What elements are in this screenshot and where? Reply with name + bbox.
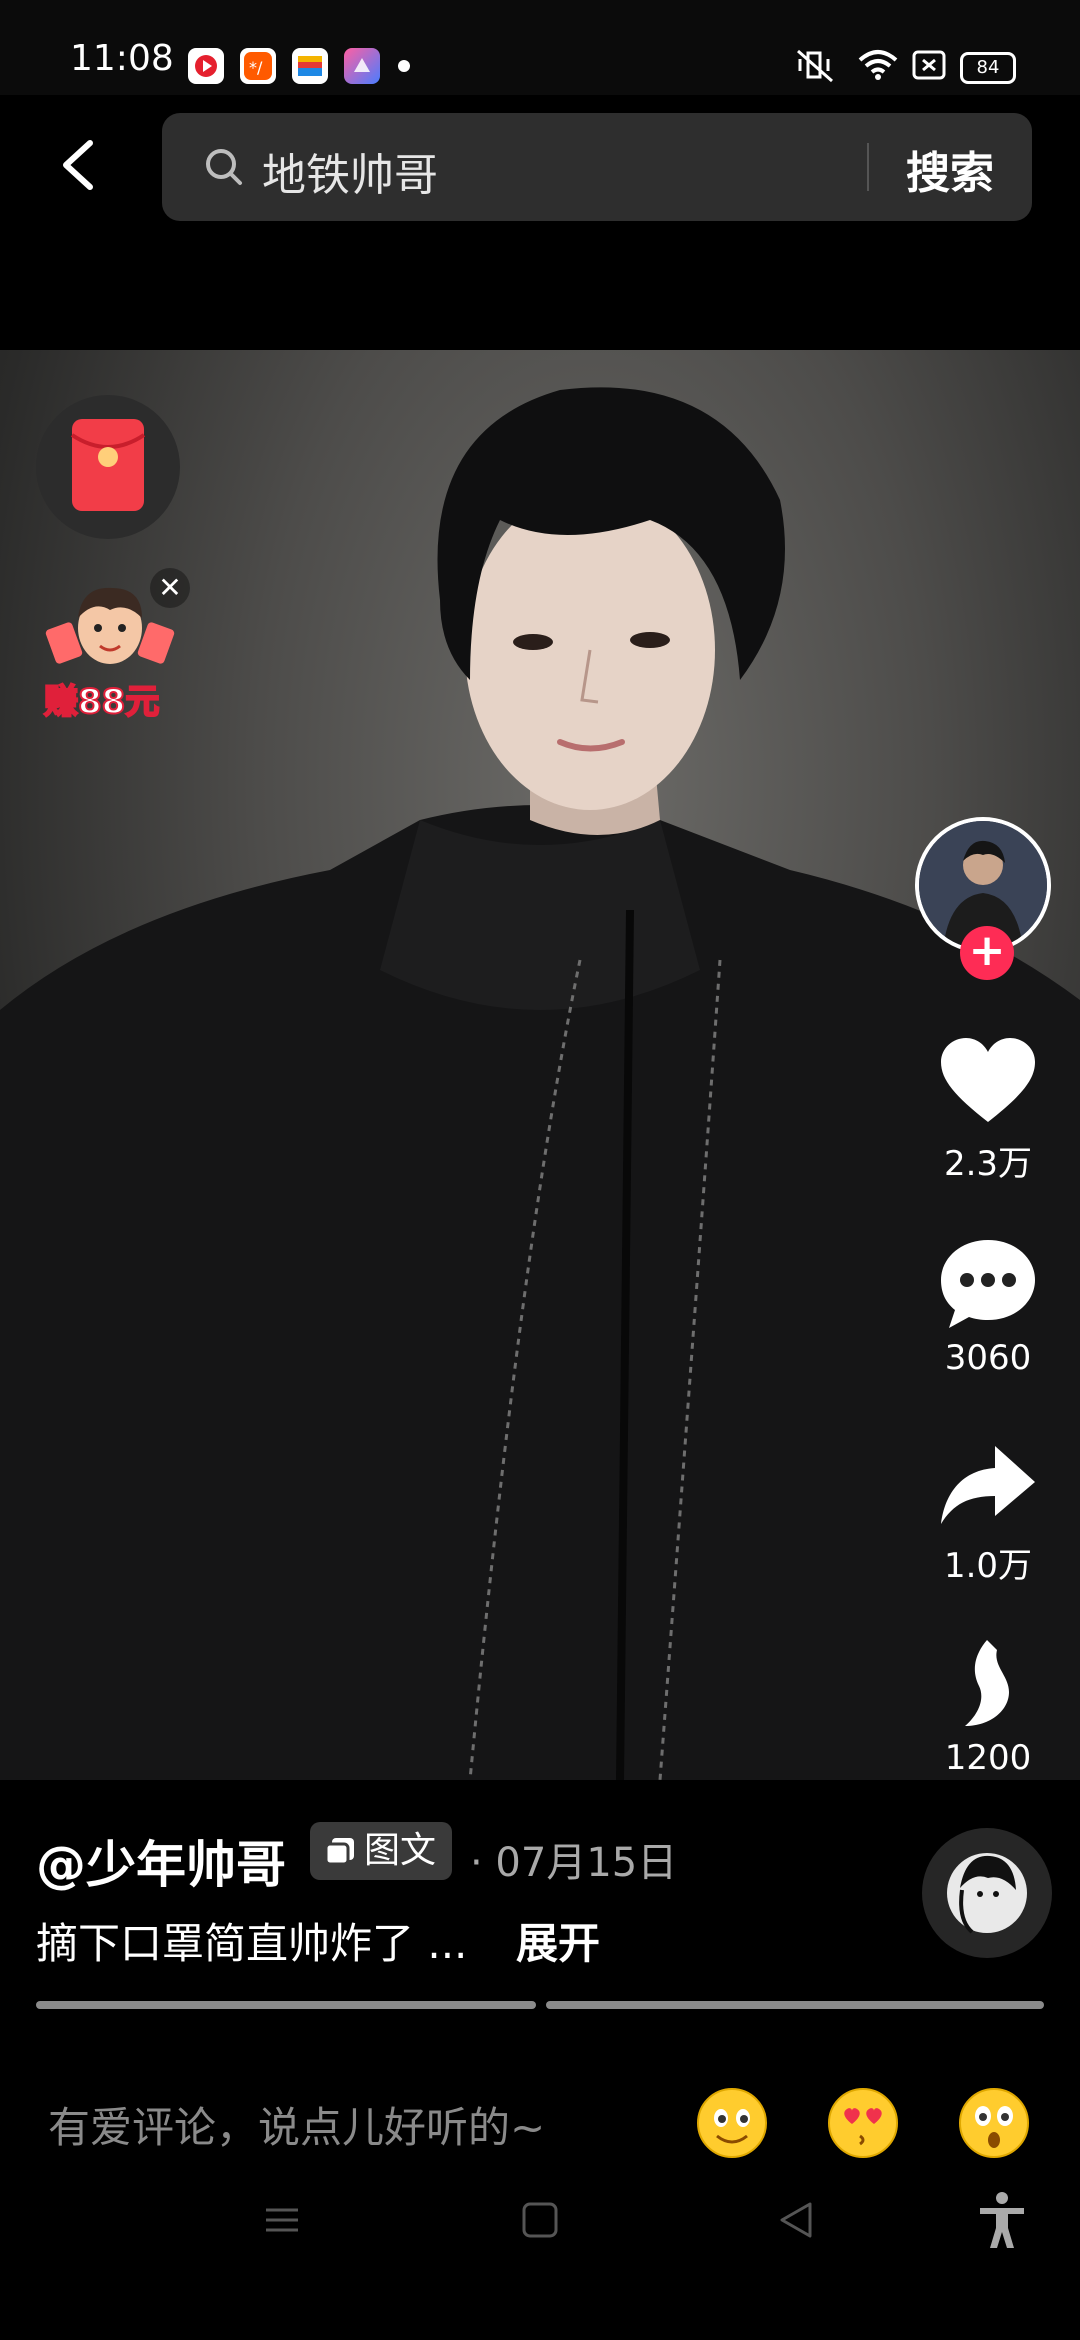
mute-vibrate-icon [797, 49, 833, 83]
red-envelope-icon [70, 419, 146, 511]
favorite-icon[interactable] [935, 1636, 1041, 1732]
like-heart-icon[interactable] [935, 1034, 1041, 1130]
back-nav-icon[interactable] [776, 2200, 816, 2240]
taobao-icon: */ [240, 48, 276, 84]
surprised-emoji[interactable] [957, 2086, 1031, 2160]
search-input[interactable]: 地铁帅哥 [262, 139, 438, 203]
expand-caption-button[interactable]: 展开 [516, 1910, 600, 1971]
battery-indicator: 84 [960, 52, 1016, 84]
menu-nav-icon[interactable] [262, 2200, 302, 2240]
page-progress-segment-1 [36, 2001, 536, 2009]
post-date: · 07月15日 [470, 1840, 678, 1886]
favorite-count: 1200 [944, 1738, 1032, 1778]
image-text-icon [324, 1838, 354, 1866]
follow-button[interactable]: + [960, 926, 1014, 980]
home-nav-icon[interactable] [520, 2200, 560, 2240]
music-cover-icon [947, 1853, 1027, 1934]
post-caption: 摘下口罩简直帅炸了 ... [36, 1919, 468, 1968]
search-button[interactable]: 搜索 [906, 137, 994, 201]
back-arrow-icon[interactable] [52, 135, 112, 195]
like-count: 2.3万 [943, 1144, 1033, 1184]
status-time: 11:08 [70, 38, 174, 79]
heart-eyes-kiss-emoji[interactable] [826, 2086, 900, 2160]
comment-bubble-icon[interactable] [935, 1236, 1041, 1332]
wifi-icon [858, 50, 898, 80]
red-packet-button[interactable] [36, 395, 180, 539]
shortcut-icon [344, 48, 380, 84]
share-count: 1.0万 [943, 1546, 1033, 1586]
earn-widget-close-button[interactable]: ✕ [150, 568, 190, 608]
svg-text:*/: */ [249, 58, 263, 77]
sim-icon [912, 50, 946, 80]
search-divider [867, 143, 869, 191]
wallet-icon [292, 48, 328, 84]
smiling-emoji[interactable] [695, 2086, 769, 2160]
comment-input[interactable]: 有爱评论，说点儿好听的~ [48, 2094, 545, 2155]
author-username[interactable]: @少年帅哥 [36, 1825, 286, 1897]
page-progress-segment-2 [546, 2001, 1044, 2009]
search-icon [206, 149, 242, 185]
earn-label: 赚88元 [43, 681, 160, 723]
comment-count: 3060 [944, 1338, 1032, 1378]
share-arrow-icon[interactable] [935, 1438, 1041, 1534]
notification-dot [398, 60, 410, 72]
video-app-icon [188, 48, 224, 84]
music-disc[interactable] [922, 1828, 1052, 1958]
accessibility-icon[interactable] [976, 2190, 1028, 2250]
